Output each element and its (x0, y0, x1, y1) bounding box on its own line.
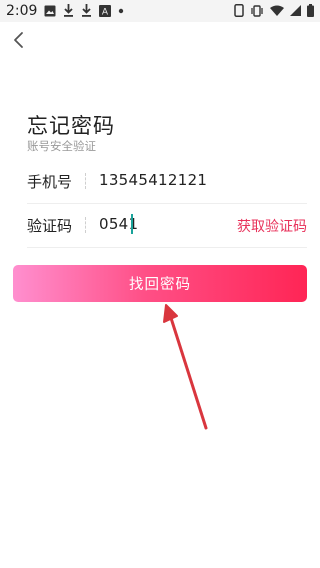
page-title: 忘记密码 (27, 114, 115, 138)
recover-password-button[interactable]: 找回密码 (13, 265, 307, 302)
chevron-left-icon (14, 32, 23, 48)
status-time: 2:09 (6, 3, 38, 19)
a-box-glyph: A (102, 7, 109, 17)
portrait-lock-icon (234, 4, 244, 17)
image-icon (44, 5, 56, 16)
download-icon (64, 4, 73, 17)
battery-icon (307, 4, 314, 17)
phone-row: 手机号 13545412121 (27, 159, 307, 204)
status-bar: 2:09 A (0, 0, 320, 22)
phone-input[interactable]: 13545412121 (99, 171, 249, 189)
back-button[interactable] (10, 30, 30, 50)
code-divider (85, 217, 86, 233)
wifi-icon (270, 5, 284, 16)
get-code-button[interactable]: 获取验证码 (237, 216, 307, 236)
system-icons (234, 4, 314, 17)
page-subtitle: 账号安全验证 (27, 139, 96, 153)
signal-icon (290, 5, 301, 16)
notification-icons: A (44, 4, 124, 17)
verification-code-row: 验证码 0541 获取验证码 (27, 203, 307, 248)
dot-icon (118, 8, 124, 13)
verification-code-label: 验证码 (27, 217, 73, 235)
phone-divider (85, 173, 86, 189)
download-icon (82, 4, 91, 17)
phone-label: 手机号 (27, 173, 73, 191)
recover-password-label: 找回密码 (129, 277, 191, 293)
vibrate-icon (251, 4, 263, 17)
verification-code-input[interactable]: 0541 (99, 215, 249, 233)
text-cursor (131, 214, 133, 234)
a-box-icon: A (99, 4, 111, 17)
